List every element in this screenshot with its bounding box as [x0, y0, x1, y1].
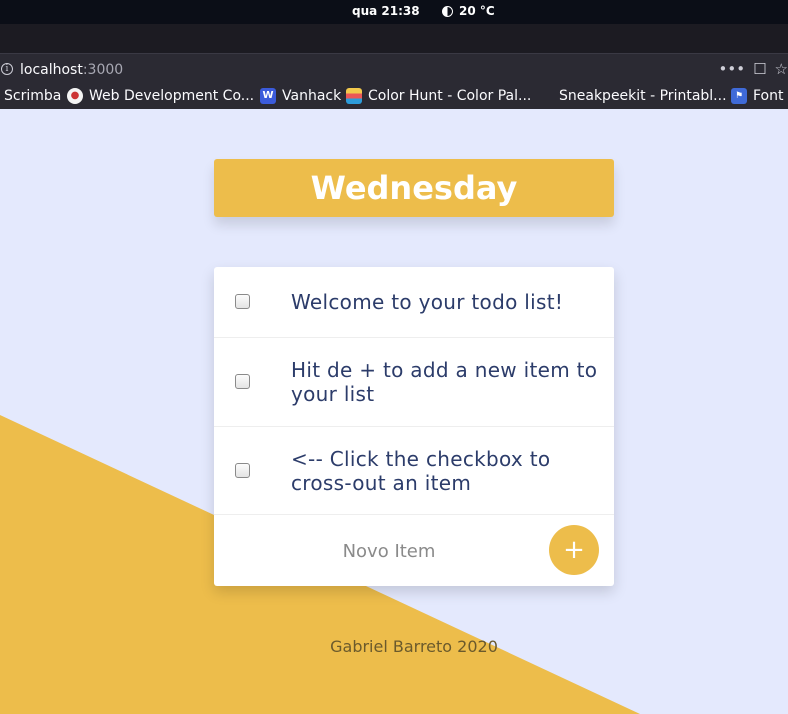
url-actions: ••• ☐ ☆	[719, 60, 788, 78]
day-heading: Wednesday	[310, 169, 518, 207]
todo-item-text: <-- Click the checkbox to cross-out an i…	[291, 447, 551, 495]
bookmark-color-hunt[interactable]: Color Hunt - Color Pal...	[346, 88, 531, 104]
weather-temperature: 20 °C	[459, 4, 495, 18]
new-item-form: +	[214, 515, 614, 586]
bookmark-label: Sneakpeekit - Printabl...	[559, 88, 727, 104]
url-port: :3000	[82, 62, 124, 78]
bookmarks-bar: Scrimba ● Web Development Co... W Vanhac…	[0, 85, 788, 109]
bookmark-star-icon[interactable]: ☆	[775, 60, 788, 78]
url-field[interactable]: localhost:3000	[20, 62, 123, 78]
bookmark-web-development[interactable]: ● Web Development Co...	[67, 88, 254, 104]
todo-item: Welcome to your todo list!	[214, 267, 614, 338]
todo-item-text: Hit de + to add a new item to your list	[291, 358, 598, 406]
footer-credit: Gabriel Barreto 2020	[330, 637, 498, 656]
bookmark-label: Color Hunt - Color Pal...	[368, 88, 532, 104]
moon-icon	[442, 5, 453, 17]
todo-item: Hit de + to add a new item to your list	[214, 338, 614, 427]
app-page: Wednesday Welcome to your todo list! Hit…	[0, 109, 788, 714]
bookmark-scrimba[interactable]: Scrimba	[4, 88, 61, 104]
bookmark-label: Scrimba	[4, 88, 62, 104]
bookmark-font-awesome[interactable]: ⚑ Font A	[731, 88, 788, 104]
day-heading-box: Wednesday	[214, 159, 614, 217]
bookmark-label: Web Development Co...	[89, 88, 255, 104]
url-bar: i localhost:3000 ••• ☐ ☆	[0, 53, 788, 85]
todo-item-text: Welcome to your todo list!	[291, 290, 564, 314]
site-info-icon[interactable]: i	[1, 63, 13, 75]
bookmark-vanhack[interactable]: W Vanhack	[260, 88, 341, 104]
page-actions-icon[interactable]: •••	[719, 60, 746, 78]
colorhunt-icon	[346, 88, 362, 104]
todo-checkbox[interactable]	[235, 374, 250, 389]
fontawesome-icon: ⚑	[731, 88, 747, 104]
url-host: localhost	[20, 62, 83, 78]
chrome-icon: ●	[67, 88, 83, 104]
todo-list: Welcome to your todo list! Hit de + to a…	[214, 267, 614, 586]
todo-checkbox[interactable]	[235, 463, 250, 478]
pocket-icon[interactable]: ☐	[753, 60, 766, 78]
todo-checkbox[interactable]	[235, 294, 250, 309]
bookmark-label: Font A	[753, 88, 788, 104]
bookmark-label: Vanhack	[282, 88, 342, 104]
todo-item: <-- Click the checkbox to cross-out an i…	[214, 427, 614, 515]
os-clock[interactable]: qua 21:38	[352, 4, 420, 18]
new-item-input[interactable]	[254, 536, 524, 566]
browser-tab-strip	[0, 24, 788, 53]
add-item-button[interactable]: +	[549, 525, 599, 575]
bookmark-sneakpeekit[interactable]: Sneakpeekit - Printabl...	[559, 88, 727, 104]
vanhack-icon: W	[260, 88, 276, 104]
os-weather[interactable]: 20 °C	[442, 4, 495, 18]
os-top-bar: qua 21:38 20 °C	[0, 0, 788, 24]
